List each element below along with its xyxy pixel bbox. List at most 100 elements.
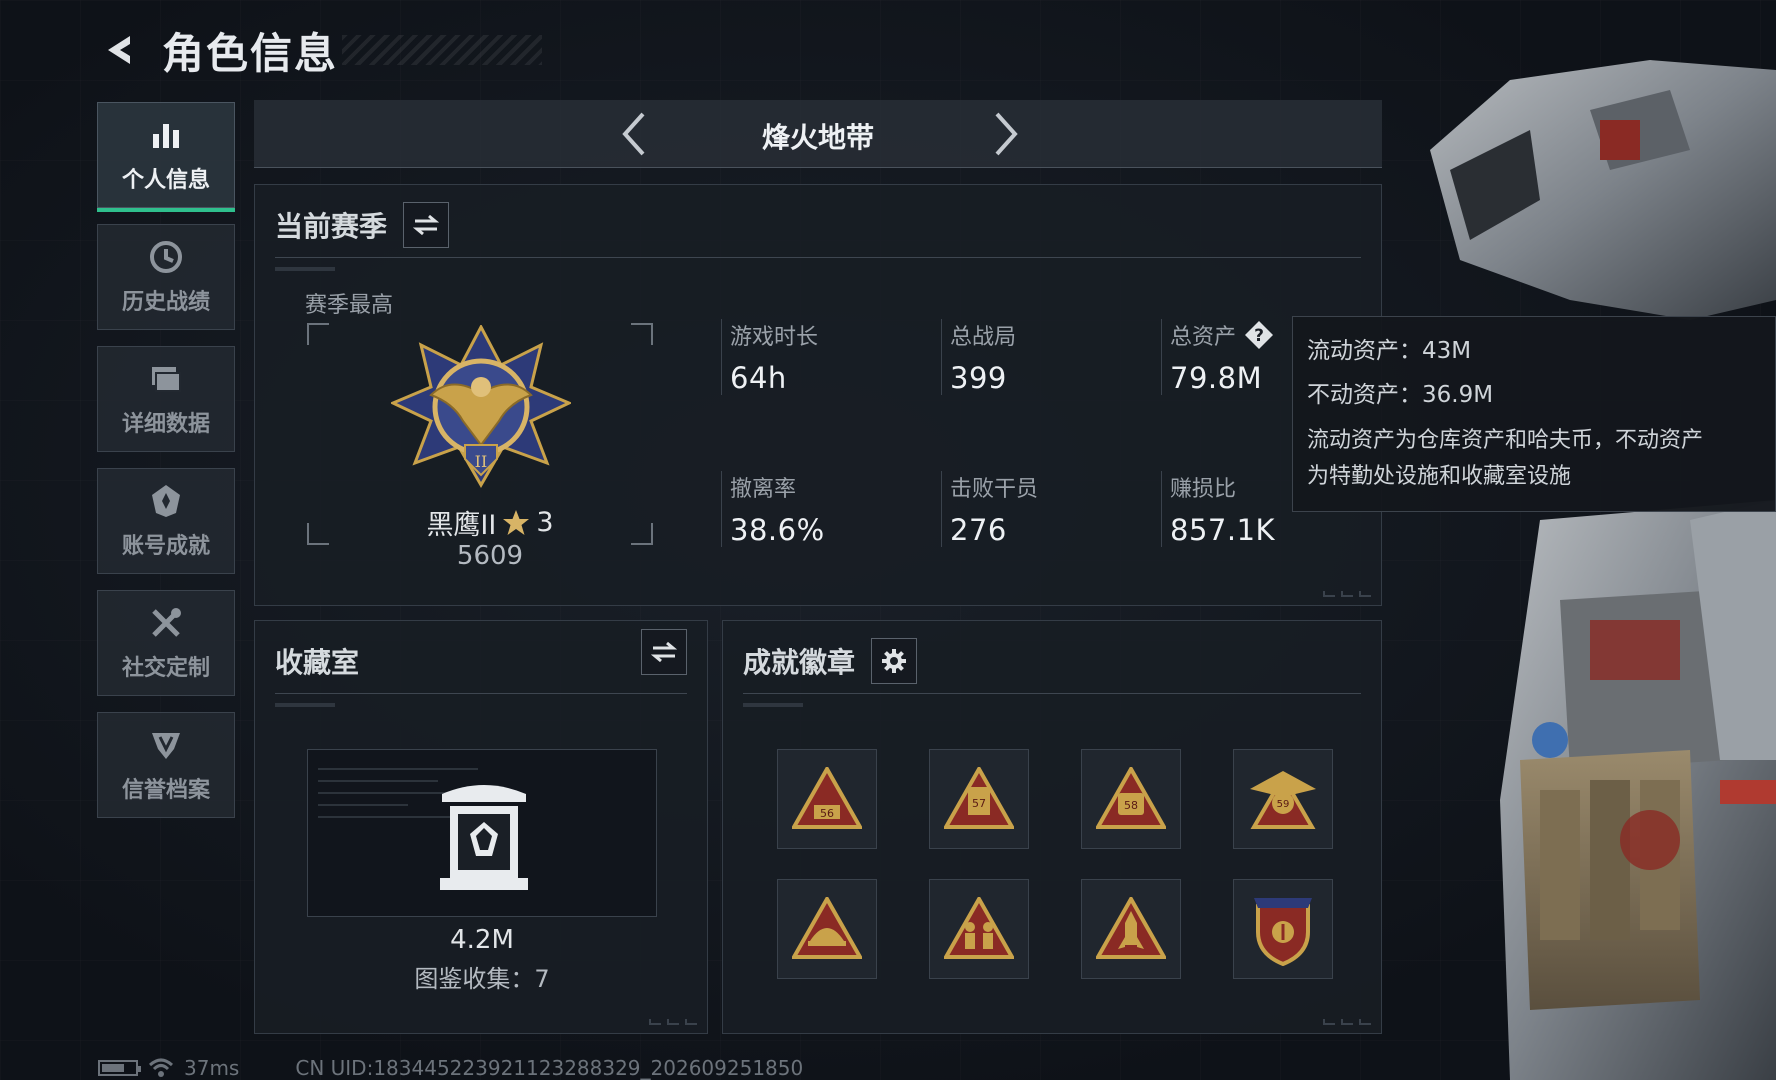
badge-59[interactable]: 59 [1233,749,1333,849]
season-best-label: 赛季最高 [305,293,394,318]
sidebar-item-history[interactable]: 历史战绩 [97,224,235,330]
collection-card[interactable] [307,749,657,917]
clock-icon [147,238,185,276]
mode-title: 烽火地带 [761,121,874,154]
collection-value: 4.2M [450,925,514,955]
stat-extract-rate: 撤离率 38.6% [721,471,921,547]
header: 角色信息 [96,20,543,80]
tooltip-fixed-assets: 不动资产：36.9M [1307,382,1494,408]
achievements-header: 成就徽章 [743,637,918,685]
badge-rocket-icon [1096,897,1166,959]
assets-tooltip: 流动资产：43M 不动资产：36.9M 流动资产为仓库资产和哈夫币，不动资产 为… [1292,316,1776,512]
svg-text:?: ? [1254,326,1264,346]
wifi-icon [148,1058,174,1077]
badge-shield[interactable] [1233,879,1333,979]
collection-panel: 收藏室 4.2M 图鉴收集：7 [254,620,708,1034]
stat-label: 撤离率 [730,477,797,502]
badge-number: 59 [1277,799,1290,810]
season-header: 当前赛季 [275,201,450,249]
divider [275,693,687,694]
stat-value: 64h [730,361,787,395]
tooltip-note-line2: 为特勤处设施和收藏室设施 [1307,464,1572,489]
battery-icon [98,1060,141,1076]
title-decoration [342,35,543,65]
badge-number: 56 [820,807,834,820]
divider [275,257,1361,258]
badge-soldiers[interactable] [929,879,1029,979]
badge-shield-icon [1254,898,1312,966]
sidebar-item-label: 账号成就 [121,534,210,559]
badge-59-icon: 59 [1250,771,1316,829]
help-icon[interactable]: ? [1244,320,1274,350]
ping-text: 37ms [184,1056,240,1080]
achievements-settings-button[interactable] [871,638,918,684]
stat-label: 击败干员 [950,477,1039,502]
sidebar-item-label: 信誉档案 [121,778,210,803]
folder-icon [147,360,185,398]
star-icon [503,509,530,535]
collection-header: 收藏室 [275,637,687,685]
stat-kills: 击败干员 276 [941,471,1141,547]
divider [743,693,1361,694]
badge-helmet[interactable] [777,879,877,979]
achievement-icon [147,482,185,520]
stat-label: 总战局 [950,325,1017,350]
back-arrow-icon [108,36,130,64]
divider-tag [743,703,803,707]
divider-tag [275,703,335,707]
back-button[interactable] [96,26,144,74]
rank-star-count: 3 [536,507,554,538]
tools-icon [147,604,185,642]
stat-label: 游戏时长 [730,325,819,350]
character-art [1430,60,1776,1080]
corner-decoration [1323,591,1371,597]
achievements-title: 成就徽章 [743,646,856,679]
corner-decoration [649,1019,697,1025]
sidebar-item-reputation[interactable]: 信誉档案 [97,712,235,818]
collection-switch-button[interactable] [641,629,687,675]
badge-number: 57 [972,797,986,810]
bar-chart-icon [147,116,185,154]
badge-58[interactable]: 58 [1081,749,1181,849]
rank-name: 黑鹰II [426,510,497,541]
status-footer: 37ms CN UID:1834452239211232883​29_20260… [98,1056,803,1080]
sidebar-item-profile[interactable]: 个人信息 [97,102,235,212]
collection-title: 收藏室 [275,646,360,679]
mode-next-button[interactable] [982,110,1030,158]
chevron-right-icon [995,112,1018,156]
badge-58-icon: 58 [1096,767,1166,829]
badge-57-icon: 57 [944,767,1014,829]
achievements-panel: 成就徽章 56 57 58 59 [722,620,1382,1034]
badge-56-icon: 56 [792,767,862,829]
season-panel: 当前赛季 赛季最高 II 黑鹰II 3 5609 游戏时长 64h 总战局 39… [254,184,1382,606]
sidebar-item-label: 详细数据 [121,412,210,437]
corner-decoration [1323,1019,1371,1025]
collection-count: 图鉴收集：7 [414,965,550,993]
switch-arrows-icon [413,214,440,236]
vault-icon [440,785,528,890]
sidebar-item-achievements[interactable]: 账号成就 [97,468,235,574]
stat-value: 399 [950,361,1007,395]
stat-total-matches: 总战局 399 [941,319,1141,395]
sidebar: 个人信息 历史战绩 详细数据 账号成就 社交定制 信誉档案 [97,102,235,834]
tooltip-liquid-assets: 流动资产：43M [1307,338,1472,364]
badge-56[interactable]: 56 [777,749,877,849]
gear-icon [882,649,907,673]
uid-text: CN UID:1834452239211232883​29_2026092518… [295,1056,804,1080]
season-switch-button[interactable] [403,202,450,248]
sidebar-item-social[interactable]: 社交定制 [97,590,235,696]
sidebar-item-label: 社交定制 [121,656,210,681]
badge-rocket[interactable] [1081,879,1181,979]
badge-57[interactable]: 57 [929,749,1029,849]
sidebar-item-label: 个人信息 [121,168,210,193]
tooltip-note-line1: 流动资产为仓库资产和哈夫币，不动资产 [1307,428,1704,453]
rank-emblem-icon: II [391,325,571,488]
badge-number: 58 [1124,799,1138,812]
badge-soldiers-icon [944,897,1014,959]
sidebar-item-details[interactable]: 详细数据 [97,346,235,452]
stat-play-time: 游戏时长 64h [721,319,921,395]
stat-value: 276 [950,513,1007,547]
page-title: 角色信息 [162,28,339,78]
badge-helmet-icon [792,897,862,959]
switch-arrows-icon [651,641,677,663]
